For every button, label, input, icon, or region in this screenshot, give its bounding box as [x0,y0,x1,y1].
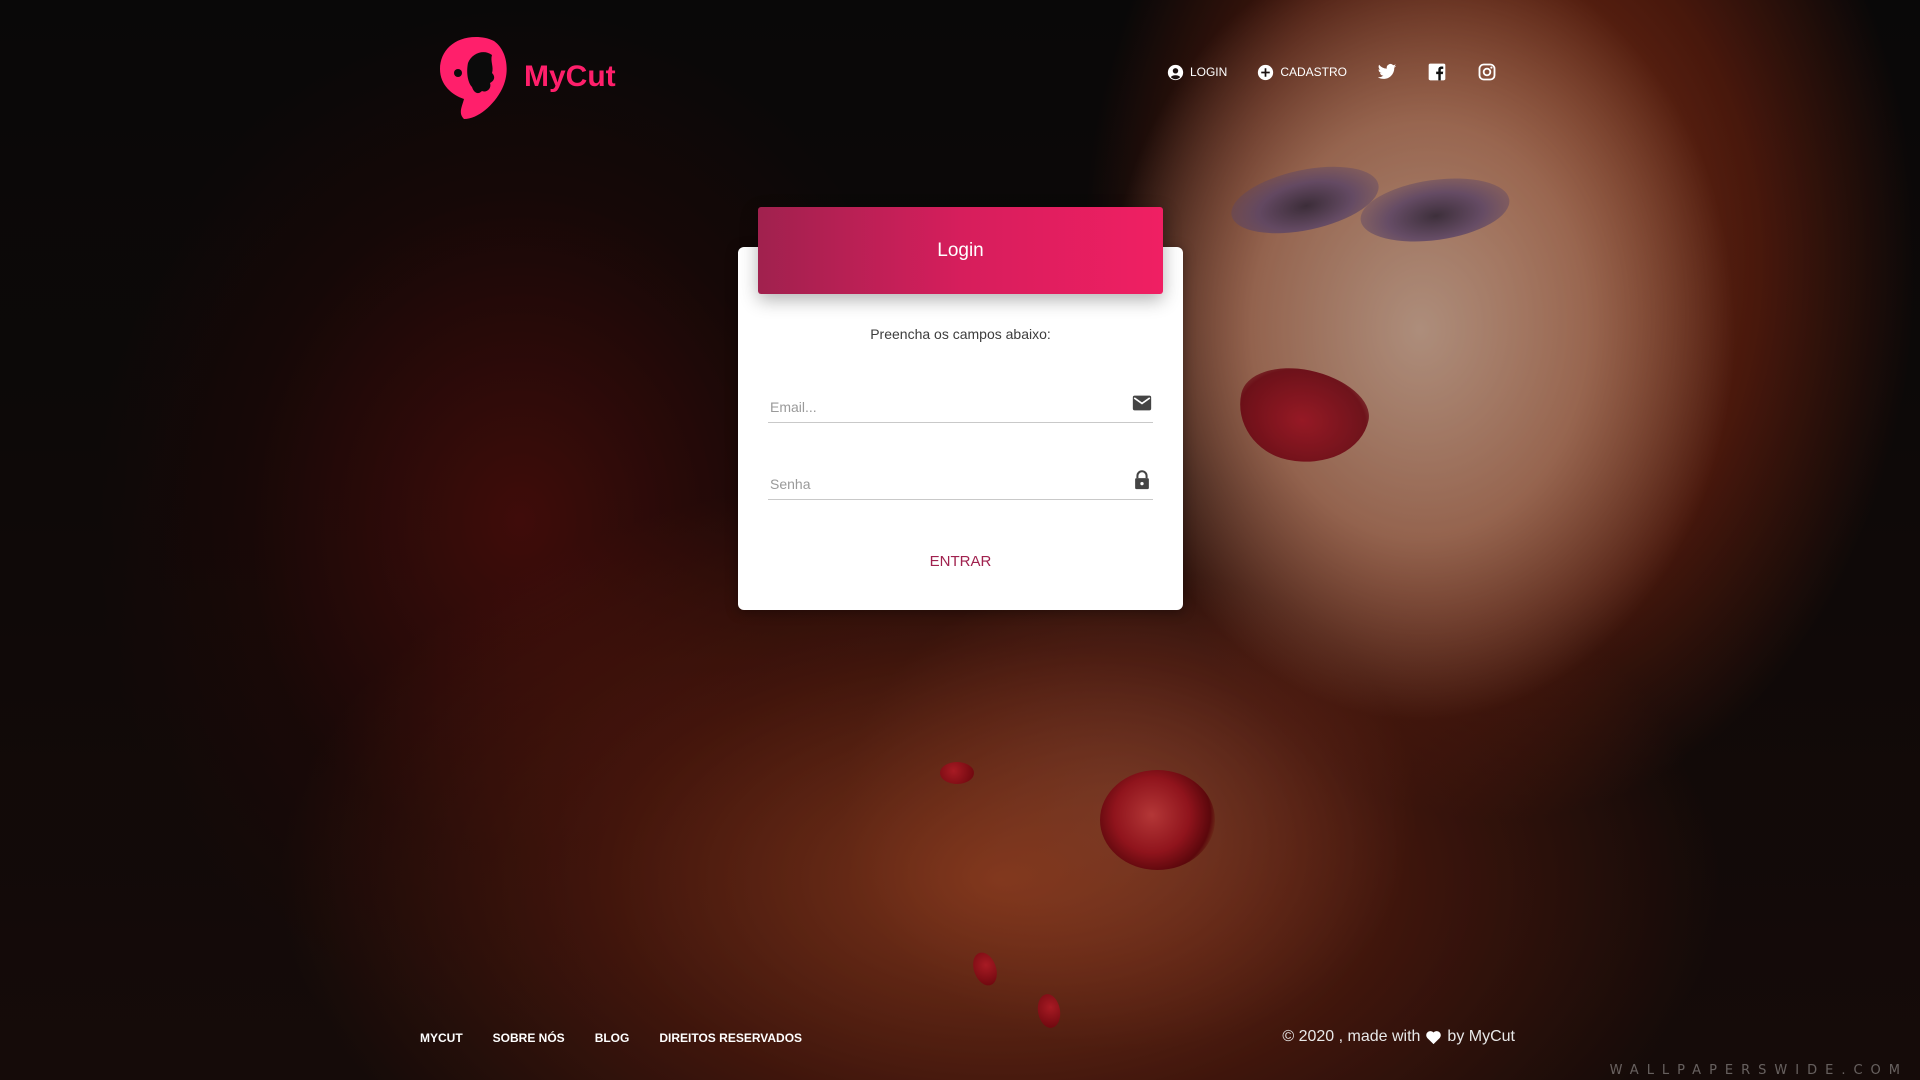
email-field [768,392,1153,423]
brand-name: MyCut [524,60,616,93]
copyright-prefix: © 2020 , made with [1282,1028,1421,1045]
footer-link-about[interactable]: SOBRE NÓS [493,1031,565,1045]
plus-circle-icon [1258,64,1274,80]
password-field [768,469,1153,500]
nav-signup-label: CADASTRO [1280,65,1347,79]
footer-links: MYCUT SOBRE NÓS BLOG DIREITOS RESERVADOS [420,1031,802,1045]
top-nav: LOGIN CADASTRO [1167,62,1497,82]
mail-icon [1132,395,1152,411]
heart-icon [1426,1031,1442,1045]
watermark: WALLPAPERSWIDE.COM [1609,1063,1908,1078]
lock-icon [1135,470,1149,490]
login-card-title: Login [937,239,984,261]
logo-icon [440,37,507,119]
user-circle-icon [1167,64,1184,80]
login-card-subtitle: Preencha os campos abaixo: [870,326,1051,342]
copyright: © 2020 , made with by MyCut [1282,1028,1515,1046]
nav-login-label: LOGIN [1189,65,1228,79]
page: MyCut LOGIN CADASTRO Login Preencha os c… [0,0,1920,1080]
footer-link-mycut[interactable]: MYCUT [420,1031,463,1045]
footer-link-rights[interactable]: DIREITOS RESERVADOS [659,1031,802,1045]
copyright-suffix: by MyCut [1447,1028,1515,1045]
password-input[interactable] [768,475,1112,493]
email-input[interactable] [768,398,1112,416]
facebook-icon[interactable] [1427,62,1447,82]
nav-signup-link[interactable]: CADASTRO [1257,64,1347,81]
twitter-icon[interactable] [1377,62,1397,82]
brand[interactable]: MyCut [438,33,616,121]
nav-login-link[interactable]: LOGIN [1167,64,1227,81]
login-submit-button[interactable]: ENTRAR [738,553,1183,570]
instagram-icon[interactable] [1477,62,1497,82]
login-card-header: Login [758,207,1163,294]
footer-link-blog[interactable]: BLOG [595,1031,630,1045]
